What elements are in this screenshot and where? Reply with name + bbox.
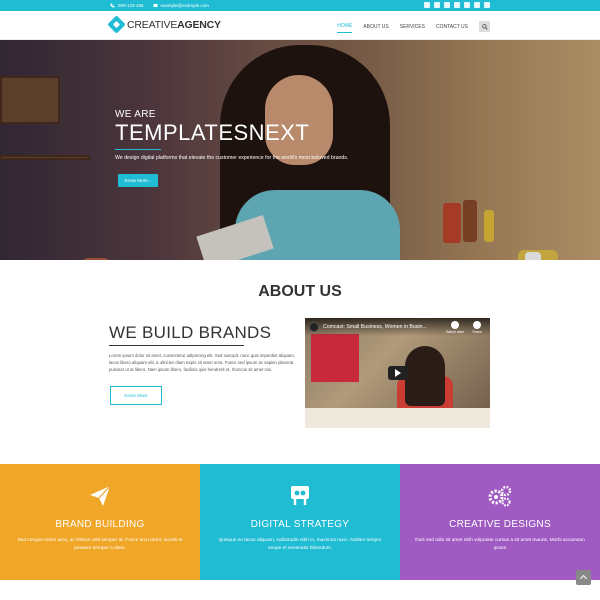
video-thumbnail-desk (305, 408, 490, 428)
video-thumbnail-art (311, 334, 359, 382)
logo-mark-icon (107, 15, 126, 34)
phone-icon (110, 3, 115, 8)
nav-item-contact-us[interactable]: CONTACT US (436, 21, 468, 33)
feature-title: BRAND BUILDING (55, 519, 145, 530)
hero-kicker: WE ARE (115, 109, 156, 120)
contact-info: 000-123-456 example@example.com (110, 1, 209, 10)
feature-creative-designs: CREATIVE DESIGNS Duis sed odio sit amet … (400, 464, 600, 580)
email-text[interactable]: example@example.com (161, 3, 209, 8)
feature-description: Duis sed odio sit amet nibh vulputate cu… (415, 538, 585, 551)
feature-title: DIGITAL STRATEGY (250, 519, 350, 530)
about-body-text: Lorem ipsum dolor sit amet, consectetur … (109, 353, 296, 372)
phone-text: 000-123-456 (118, 3, 144, 8)
social-icons (424, 2, 490, 8)
channel-avatar[interactable] (309, 322, 319, 332)
linkedin-icon[interactable] (444, 2, 450, 8)
email-item[interactable]: example@example.com (153, 3, 209, 8)
flickr-icon[interactable] (454, 2, 460, 8)
about-heading: WE BUILD BRANDS (109, 323, 272, 342)
video-thumbnail-person (405, 346, 445, 406)
about-section-title: ABOUT US (258, 283, 342, 300)
instagram-icon[interactable] (484, 2, 490, 8)
play-button[interactable] (388, 366, 408, 380)
hero-know-more-button[interactable]: Know More... (118, 174, 158, 187)
nav-item-about-us[interactable]: ABOUT US (363, 21, 388, 33)
watch-later-label: Watch later (445, 330, 465, 334)
gears-icon (400, 484, 600, 508)
vimeo-icon[interactable] (464, 2, 470, 8)
top-contact-bar: 000-123-456 example@example.com (0, 0, 600, 11)
share-label: Share (472, 330, 482, 334)
paper-plane-icon (0, 484, 200, 508)
share-icon (473, 321, 481, 329)
youtube-icon[interactable] (474, 2, 480, 8)
site-header: CREATIVEAGENCY HOME ABOUT US SERVICES CO… (0, 11, 600, 40)
scroll-to-top-button[interactable] (576, 570, 591, 585)
video-title[interactable]: Comcast: Small Business, Women in Busin.… (323, 324, 435, 330)
envelope-icon (153, 4, 158, 7)
feature-title: CREATIVE DESIGNS (449, 519, 551, 530)
feature-description: Sed congue lorem arcu, ac finibus velit … (17, 538, 183, 551)
hero-heading: TEMPLATESNEXT (115, 120, 310, 145)
feature-digital-strategy: DIGITAL STRATEGY Quisque eu lacus aliqua… (200, 464, 400, 580)
phone-item: 000-123-456 (110, 3, 144, 8)
about-divider (109, 345, 244, 346)
feature-brand-building: BRAND BUILDING Sed congue lorem arcu, ac… (0, 464, 200, 580)
search-icon (481, 23, 488, 30)
hero-divider (115, 149, 161, 150)
footer-strip (0, 580, 600, 600)
nav-item-home[interactable]: HOME (337, 20, 353, 33)
watch-later-button[interactable]: Watch later (445, 321, 465, 334)
twitter-icon[interactable] (424, 2, 430, 8)
nav-item-services[interactable]: SERVICES (400, 21, 425, 33)
video-embed[interactable]: Comcast: Small Business, Women in Busin.… (305, 318, 490, 428)
feature-description: Quisque eu lacus aliquam, sollicitudin n… (218, 538, 382, 551)
about-know-more-button[interactable]: Know More (110, 386, 162, 405)
hero-text: WE ARE TEMPLATESNEXT We design digital p… (115, 109, 348, 161)
search-button[interactable] (479, 21, 490, 32)
facebook-icon[interactable] (434, 2, 440, 8)
share-button[interactable]: Share (467, 321, 487, 334)
features-section: BRAND BUILDING Sed congue lorem arcu, ac… (0, 464, 600, 580)
hero-description: We design digital platforms that elevate… (115, 155, 349, 161)
main-nav: HOME ABOUT US SERVICES CONTACT US (337, 20, 490, 33)
logo-text: CREATIVEAGENCY (127, 18, 221, 31)
slideshare-icon (200, 484, 400, 508)
clock-icon (451, 321, 459, 329)
site-logo[interactable]: CREATIVEAGENCY (107, 15, 221, 34)
